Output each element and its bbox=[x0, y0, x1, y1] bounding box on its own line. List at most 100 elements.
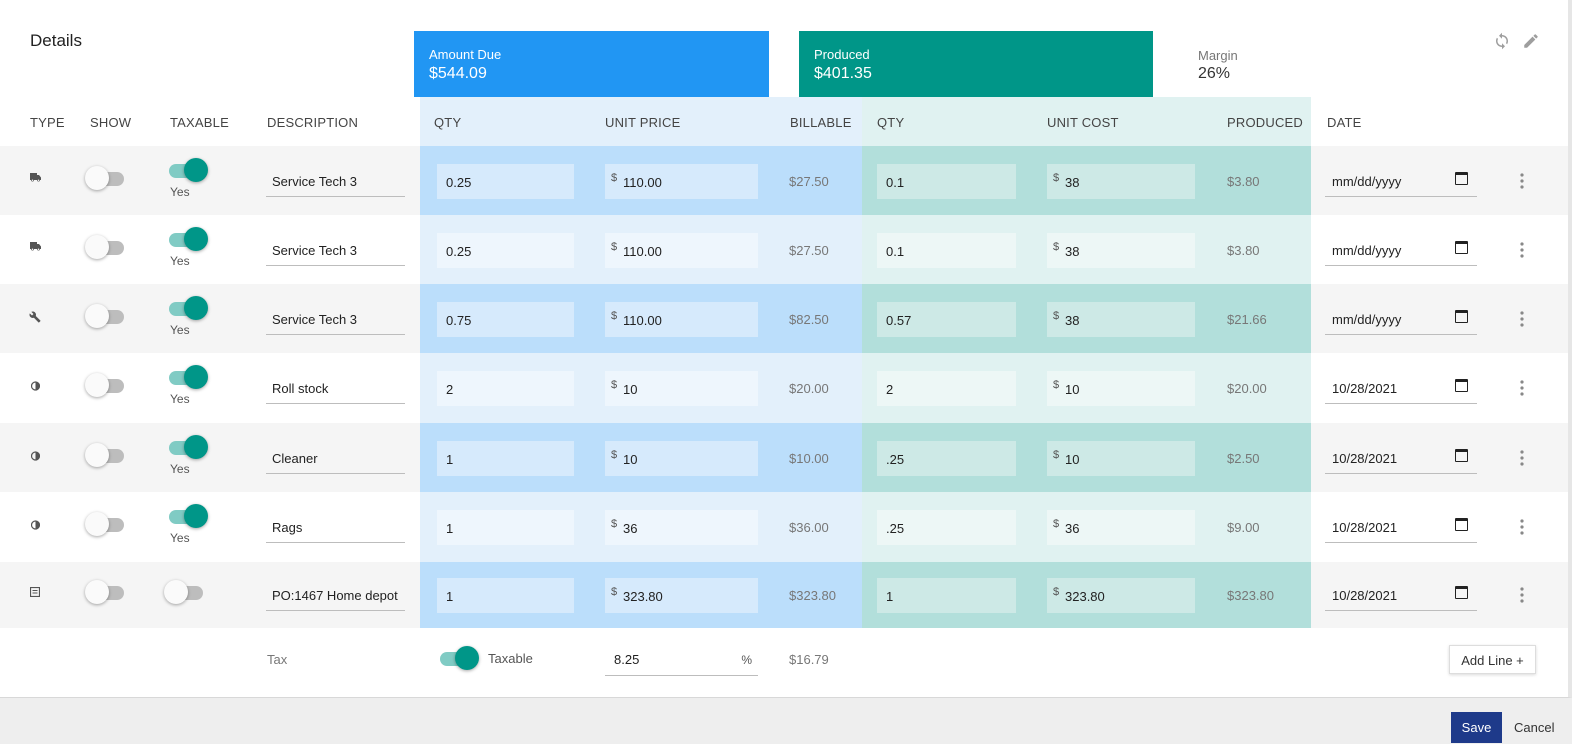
description-field[interactable]: Service Tech 3 bbox=[266, 301, 405, 335]
calendar-icon[interactable] bbox=[1455, 379, 1468, 392]
date-value: mm/dd/yyyy bbox=[1332, 173, 1402, 189]
more-vert-icon[interactable] bbox=[1519, 449, 1525, 466]
receipt-icon bbox=[28, 586, 42, 600]
qty-input[interactable]: 1 bbox=[437, 578, 574, 613]
description-field[interactable]: PO:1467 Home depot bbox=[266, 577, 405, 611]
calendar-icon[interactable] bbox=[1455, 586, 1468, 599]
unit-price-input[interactable]: $110.00 bbox=[605, 232, 758, 268]
show-toggle[interactable] bbox=[85, 234, 129, 260]
taxable-toggle[interactable] bbox=[164, 434, 208, 460]
description-field[interactable]: Service Tech 3 bbox=[266, 232, 405, 266]
add-line-button[interactable]: Add Line + bbox=[1449, 645, 1536, 674]
taxable-toggle[interactable] bbox=[164, 579, 208, 605]
produced-qty-input[interactable]: 2 bbox=[877, 371, 1016, 406]
show-toggle[interactable] bbox=[85, 579, 129, 605]
unit-price-input[interactable]: $110.00 bbox=[605, 301, 758, 337]
show-toggle[interactable] bbox=[85, 165, 129, 191]
unit-price-input[interactable]: $323.80 bbox=[605, 578, 758, 613]
page: Details Amount Due $544.09 Produced $401… bbox=[0, 0, 1572, 744]
details-card: Details Amount Due $544.09 Produced $401… bbox=[0, 0, 1572, 698]
more-vert-icon[interactable] bbox=[1519, 241, 1525, 258]
show-toggle[interactable] bbox=[85, 511, 129, 537]
taxable-toggle[interactable] bbox=[164, 295, 208, 321]
unit-price-value: 110.00 bbox=[623, 312, 662, 328]
taxable-toggle[interactable] bbox=[164, 503, 208, 529]
produced-qty-input[interactable]: .25 bbox=[877, 510, 1016, 545]
header-description: DESCRIPTION bbox=[267, 115, 359, 130]
description-field[interactable]: Rags bbox=[266, 509, 405, 543]
date-input[interactable]: mm/dd/yyyy bbox=[1325, 163, 1477, 197]
qty-input[interactable]: 1 bbox=[437, 440, 574, 476]
tax-taxable-toggle[interactable] bbox=[435, 645, 479, 671]
drop-icon bbox=[28, 519, 42, 533]
unit-cost-input[interactable]: $38 bbox=[1047, 301, 1195, 337]
billable-value: $10.00 bbox=[789, 450, 829, 466]
unit-cost-input[interactable]: $36 bbox=[1047, 510, 1195, 545]
tax-label: Tax bbox=[267, 652, 288, 667]
unit-price-input[interactable]: $36 bbox=[605, 510, 758, 545]
calendar-icon[interactable] bbox=[1455, 171, 1468, 185]
currency-symbol: $ bbox=[1053, 379, 1060, 391]
date-input[interactable]: mm/dd/yyyy bbox=[1325, 232, 1477, 266]
refresh-icon[interactable] bbox=[1493, 32, 1511, 50]
produced-value: $3.80 bbox=[1227, 173, 1260, 189]
currency-symbol: $ bbox=[611, 309, 618, 322]
more-vert-icon[interactable] bbox=[1519, 380, 1525, 396]
calendar-icon[interactable] bbox=[1455, 518, 1468, 531]
more-vert-icon[interactable] bbox=[1519, 310, 1525, 327]
qty-input[interactable]: 1 bbox=[437, 510, 574, 545]
produced-qty-input[interactable]: 1 bbox=[877, 578, 1016, 613]
produced-qty-input[interactable]: 0.57 bbox=[877, 301, 1016, 337]
description-field[interactable]: Cleaner bbox=[266, 440, 405, 474]
cancel-button[interactable]: Cancel bbox=[1514, 720, 1554, 735]
unit-price-input[interactable]: $10 bbox=[605, 440, 758, 476]
date-input[interactable]: mm/dd/yyyy bbox=[1325, 301, 1477, 335]
qty-input[interactable]: 0.25 bbox=[437, 232, 574, 268]
taxable-toggle[interactable] bbox=[164, 364, 208, 390]
produced-qty-input[interactable]: 0.1 bbox=[877, 232, 1016, 268]
billable-value: $36.00 bbox=[789, 520, 829, 535]
footer-bar bbox=[0, 698, 1572, 744]
margin-value: 26% bbox=[1198, 65, 1231, 82]
unit-cost-input[interactable]: $10 bbox=[1047, 371, 1195, 406]
description-field[interactable]: Roll stock bbox=[266, 370, 405, 404]
qty-input[interactable]: 0.75 bbox=[437, 301, 574, 337]
header-show: SHOW bbox=[90, 115, 132, 130]
more-vert-icon[interactable] bbox=[1519, 519, 1525, 535]
taxable-toggle[interactable] bbox=[164, 226, 208, 252]
unit-price-input[interactable]: $110.00 bbox=[605, 163, 758, 199]
pencil-icon[interactable] bbox=[1522, 32, 1540, 50]
produced-qty-input[interactable]: .25 bbox=[877, 440, 1016, 476]
tax-rate-input[interactable]: 8.25 % bbox=[605, 641, 758, 676]
unit-cost-input[interactable]: $10 bbox=[1047, 440, 1195, 476]
qty-input[interactable]: 2 bbox=[437, 371, 574, 406]
taxable-yes-label: Yes bbox=[170, 322, 190, 337]
unit-cost-input[interactable]: $323.80 bbox=[1047, 578, 1195, 613]
save-button[interactable]: Save bbox=[1451, 712, 1502, 743]
date-value: 10/28/2021 bbox=[1332, 381, 1398, 396]
more-vert-icon[interactable] bbox=[1519, 587, 1525, 603]
show-toggle[interactable] bbox=[85, 442, 129, 468]
more-vert-icon[interactable] bbox=[1519, 172, 1525, 189]
date-input[interactable]: 10/28/2021 bbox=[1325, 577, 1477, 611]
date-input[interactable]: 10/28/2021 bbox=[1325, 370, 1477, 404]
amount-due-tile: Amount Due $544.09 bbox=[414, 31, 769, 97]
currency-symbol: $ bbox=[1053, 448, 1060, 461]
produced-qty-input[interactable]: 0.1 bbox=[877, 163, 1016, 199]
unit-cost-input[interactable]: $38 bbox=[1047, 232, 1195, 268]
unit-price-input[interactable]: $10 bbox=[605, 371, 758, 406]
calendar-icon[interactable] bbox=[1455, 240, 1468, 254]
date-input[interactable]: 10/28/2021 bbox=[1325, 509, 1477, 543]
percent-symbol: % bbox=[741, 653, 752, 667]
show-toggle[interactable] bbox=[85, 372, 129, 398]
header-unit-price: UNIT PRICE bbox=[605, 115, 681, 130]
amount-due-label: Amount Due bbox=[429, 47, 502, 62]
qty-input[interactable]: 0.25 bbox=[437, 163, 574, 199]
calendar-icon[interactable] bbox=[1455, 448, 1468, 462]
taxable-toggle[interactable] bbox=[164, 157, 208, 183]
calendar-icon[interactable] bbox=[1455, 309, 1468, 323]
description-field[interactable]: Service Tech 3 bbox=[266, 163, 405, 197]
date-input[interactable]: 10/28/2021 bbox=[1325, 440, 1477, 474]
unit-cost-input[interactable]: $38 bbox=[1047, 163, 1195, 199]
show-toggle[interactable] bbox=[85, 303, 129, 329]
